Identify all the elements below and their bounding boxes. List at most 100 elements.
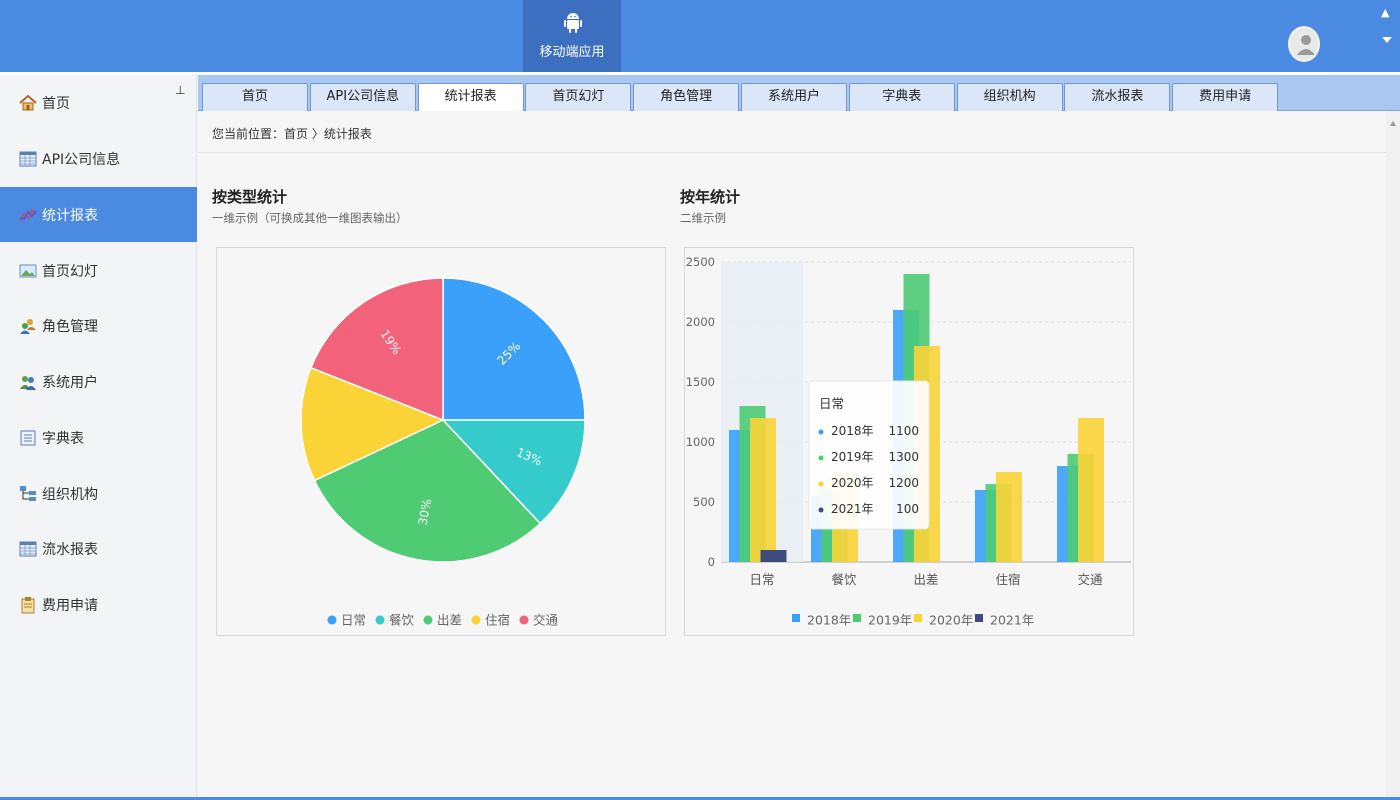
user-icon — [1297, 35, 1315, 55]
y-tick-label: 500 — [693, 495, 715, 509]
legend-marker — [975, 614, 983, 622]
sidebar-item-4[interactable]: 首页幻灯 — [0, 243, 197, 298]
legend-marker — [519, 615, 529, 625]
users-icon — [19, 373, 37, 391]
tab-7[interactable]: 字典表 — [848, 83, 955, 111]
x-tick-label: 住宿 — [995, 572, 1020, 587]
sidebar-item-label: 组织机构 — [42, 486, 98, 503]
sidebar-item-5[interactable]: 角色管理 — [0, 298, 197, 353]
legend-marker — [327, 615, 337, 625]
bar-chart-panel: 0 500 1000 1500 2000 2500 日常 餐饮 出差 住宿 交通 日常 2018年 110… — [684, 247, 1134, 636]
tooltip-title: 日常 — [819, 396, 844, 411]
sidebar-item-label: 系统用户 — [42, 374, 98, 391]
tab-10[interactable]: 费用申请 — [1172, 83, 1279, 111]
sidebar-item-3[interactable]: 统计报表 — [0, 187, 197, 242]
sidebar-item-label: 字典表 — [42, 430, 84, 447]
breadcrumb-bar: 您当前位置：首页 〉统计报表 — [198, 111, 1386, 153]
legend-marker — [853, 614, 861, 622]
sidebar-item-label: 统计报表 — [42, 207, 98, 224]
pie-chart-panel: 25% 13% 30% 19% 日常 餐饮 出差 住宿 交通 — [216, 247, 666, 636]
tooltip-value: 100 — [896, 502, 919, 516]
sidebar-item-label: 首页幻灯 — [42, 263, 98, 280]
tooltip-marker — [818, 455, 824, 461]
sidebar-item-10[interactable]: 费用申请 — [0, 577, 197, 632]
legend-marker — [914, 614, 922, 622]
tooltip-value: 1300 — [888, 450, 919, 464]
sidebar-item-1[interactable]: 首页 — [0, 75, 197, 130]
tooltip-marker — [818, 481, 824, 487]
pie-section-title: 按类型统计 — [212, 188, 288, 206]
scroll-up-icon[interactable] — [1390, 121, 1396, 126]
legend-label[interactable]: 出差 — [437, 613, 462, 628]
table-icon — [19, 540, 37, 558]
bar[interactable] — [1078, 418, 1104, 562]
tab-8[interactable]: 组织机构 — [956, 83, 1063, 111]
sidebar-item-2[interactable]: API公司信息 — [0, 131, 197, 186]
tooltip-series-name: 2021年 — [831, 502, 874, 516]
tooltip-series-name: 2019年 — [831, 450, 874, 464]
sidebar-item-8[interactable]: 组织机构 — [0, 466, 197, 521]
sidebar-item-label: 费用申请 — [42, 597, 98, 614]
tooltip-series-name: 2018年 — [831, 424, 874, 438]
legend-marker — [375, 615, 385, 625]
tab-5[interactable]: 角色管理 — [633, 83, 740, 111]
legend-label[interactable]: 交通 — [533, 613, 559, 628]
sidebar-item-label: 角色管理 — [42, 318, 98, 335]
vertical-scrollbar[interactable] — [1386, 111, 1400, 800]
legend-marker — [423, 615, 433, 625]
breadcrumb: 您当前位置：首页 〉统计报表 — [212, 127, 372, 141]
y-tick-label: 0 — [708, 555, 715, 569]
legend-label[interactable]: 餐饮 — [389, 613, 415, 628]
legend-label[interactable]: 2020年 — [929, 613, 973, 628]
clipboard-icon — [19, 596, 37, 614]
x-tick-label: 交通 — [1077, 572, 1103, 587]
tab-6[interactable]: 系统用户 — [741, 83, 847, 111]
bar[interactable] — [996, 472, 1022, 562]
chevron-down-icon[interactable] — [1382, 37, 1392, 43]
bar-section-subtitle: 二维示例 — [680, 211, 726, 225]
role-group-icon — [19, 317, 37, 335]
legend-label[interactable]: 2021年 — [990, 613, 1034, 628]
org-tree-icon — [19, 485, 37, 503]
legend-label[interactable]: 2019年 — [868, 613, 912, 628]
legend-label[interactable]: 住宿 — [485, 613, 510, 628]
sidebar-item-label: 首页 — [42, 95, 70, 112]
tooltip-value: 1200 — [888, 476, 919, 490]
y-tick-label: 2000 — [686, 315, 715, 329]
legend-label[interactable]: 2018年 — [807, 613, 851, 628]
user-avatar[interactable] — [1288, 26, 1320, 62]
sidebar-item-6[interactable]: 系统用户 — [0, 354, 197, 409]
sidebar-item-label: API公司信息 — [42, 151, 121, 168]
x-tick-label: 出差 — [913, 572, 938, 587]
bar-section-title: 按年统计 — [680, 188, 741, 206]
mobile-app-label: 移动端应用 — [539, 45, 605, 60]
y-tick-label: 1000 — [686, 435, 715, 449]
bar[interactable] — [750, 418, 776, 562]
sidebar-item-label: 流水报表 — [42, 541, 98, 558]
tooltip-series-name: 2020年 — [831, 476, 874, 490]
pie-chart: 25%13%30%19%日常 餐饮 出差 住宿 交通 — [300, 277, 586, 628]
sidebar-item-9[interactable]: 流水报表 — [0, 521, 197, 576]
android-icon — [564, 13, 582, 33]
tooltip-marker — [818, 429, 824, 435]
tab-3[interactable]: 统计报表 — [417, 83, 524, 112]
legend-label[interactable]: 日常 — [341, 613, 366, 628]
tab-4[interactable]: 首页幻灯 — [525, 83, 632, 111]
top-header — [0, 0, 1400, 72]
legend-marker — [471, 615, 481, 625]
y-tick-label: 2500 — [686, 255, 715, 269]
pin-icon[interactable]: ▲ — [1381, 6, 1389, 19]
tab-1[interactable]: 首页 — [202, 83, 308, 111]
tab-2[interactable]: API公司信息 — [309, 83, 416, 111]
legend-marker — [792, 614, 800, 622]
mobile-app-button[interactable]: 移动端应用 — [523, 0, 621, 72]
bar[interactable] — [760, 550, 787, 562]
x-tick-label: 日常 — [749, 572, 774, 587]
picture-icon — [19, 262, 37, 280]
pie-section-subtitle: 一维示例（可换成其他一维图表输出） — [212, 211, 408, 225]
table-icon — [19, 150, 37, 168]
dictionary-icon — [19, 429, 37, 447]
tooltip-value: 1100 — [888, 424, 919, 438]
tab-9[interactable]: 流水报表 — [1064, 83, 1171, 111]
sidebar-item-7[interactable]: 字典表 — [0, 410, 197, 465]
